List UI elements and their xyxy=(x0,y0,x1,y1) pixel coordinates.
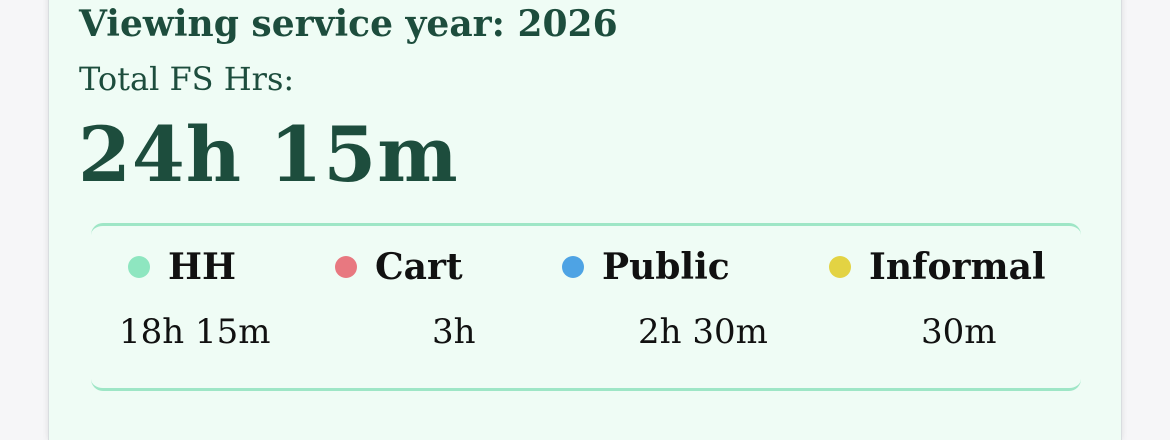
category-value: 30m xyxy=(921,312,997,352)
category-name: Informal xyxy=(869,246,1046,288)
category-name: HH xyxy=(168,246,237,288)
hh-color-dot-icon xyxy=(128,256,150,278)
total-fs-hours-label: Total FS Hrs: xyxy=(79,60,295,98)
category-value: 3h xyxy=(432,312,476,352)
category-breakdown: HH 18h 15m Cart 3h Public 2h 30m Informa… xyxy=(91,223,1081,391)
category-name: Public xyxy=(602,246,730,288)
service-year-heading: Viewing service year: 2026 xyxy=(79,3,618,45)
public-color-dot-icon xyxy=(562,256,584,278)
service-summary-card: Viewing service year: 2026 Total FS Hrs:… xyxy=(48,0,1122,440)
category-value: 2h 30m xyxy=(638,312,768,352)
cart-color-dot-icon xyxy=(335,256,357,278)
informal-color-dot-icon xyxy=(829,256,851,278)
category-value: 18h 15m xyxy=(119,312,271,352)
total-fs-hours-value: 24h 15m xyxy=(78,110,459,199)
category-name: Cart xyxy=(375,246,463,288)
